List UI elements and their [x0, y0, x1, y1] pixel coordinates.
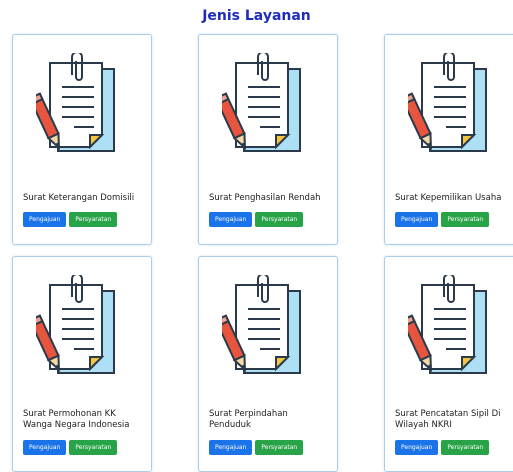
service-card-penghasilan-rendah: Surat Penghasilan Rendah Pengajuan Persy… — [198, 34, 338, 245]
service-card-perpindahan-penduduk: Surat Perpindahan Penduduk Pengajuan Per… — [198, 256, 338, 472]
service-title: Surat Keterangan Domisili — [23, 193, 135, 203]
page-title: Jenis Layanan — [202, 8, 311, 24]
persyaratan-button[interactable]: Persyaratan — [441, 212, 490, 227]
service-title: Surat Kepemilikan Usaha — [395, 193, 502, 203]
persyaratan-button[interactable]: Persyaratan — [69, 440, 118, 455]
document-with-pencil-icon — [408, 275, 500, 387]
button-group: Pengajuan Persyaratan — [209, 212, 304, 227]
document-with-pencil-icon — [36, 275, 128, 387]
pengajuan-button[interactable]: Pengajuan — [23, 212, 67, 227]
document-with-pencil-icon — [222, 275, 314, 387]
button-group: Pengajuan Persyaratan — [209, 440, 304, 455]
service-card-domisili: Surat Keterangan Domisili Pengajuan Pers… — [12, 34, 152, 245]
pengajuan-button[interactable]: Pengajuan — [395, 440, 439, 455]
button-group: Pengajuan Persyaratan — [23, 440, 118, 455]
service-title: Surat Pencatatan Sipil Di Wilayah NKRI — [395, 409, 501, 430]
service-title: Surat Permohonan KK Wanga Negara Indones… — [23, 409, 130, 430]
document-with-pencil-icon — [222, 53, 314, 165]
service-title: Surat Perpindahan Penduduk — [209, 409, 288, 430]
persyaratan-button[interactable]: Persyaratan — [69, 212, 118, 227]
service-card-permohonan-kk: Surat Permohonan KK Wanga Negara Indones… — [12, 256, 152, 472]
document-with-pencil-icon — [36, 53, 128, 165]
button-group: Pengajuan Persyaratan — [395, 212, 490, 227]
document-with-pencil-icon — [408, 53, 500, 165]
button-group: Pengajuan Persyaratan — [23, 212, 118, 227]
service-card-pencatatan-sipil: Surat Pencatatan Sipil Di Wilayah NKRI P… — [384, 256, 513, 472]
pengajuan-button[interactable]: Pengajuan — [209, 440, 253, 455]
service-title: Surat Penghasilan Rendah — [209, 193, 321, 203]
button-group: Pengajuan Persyaratan — [395, 440, 490, 455]
persyaratan-button[interactable]: Persyaratan — [255, 440, 304, 455]
pengajuan-button[interactable]: Pengajuan — [395, 212, 439, 227]
persyaratan-button[interactable]: Persyaratan — [441, 440, 490, 455]
persyaratan-button[interactable]: Persyaratan — [255, 212, 304, 227]
service-card-kepemilikan-usaha: Surat Kepemilikan Usaha Pengajuan Persya… — [384, 34, 513, 245]
pengajuan-button[interactable]: Pengajuan — [209, 212, 253, 227]
pengajuan-button[interactable]: Pengajuan — [23, 440, 67, 455]
